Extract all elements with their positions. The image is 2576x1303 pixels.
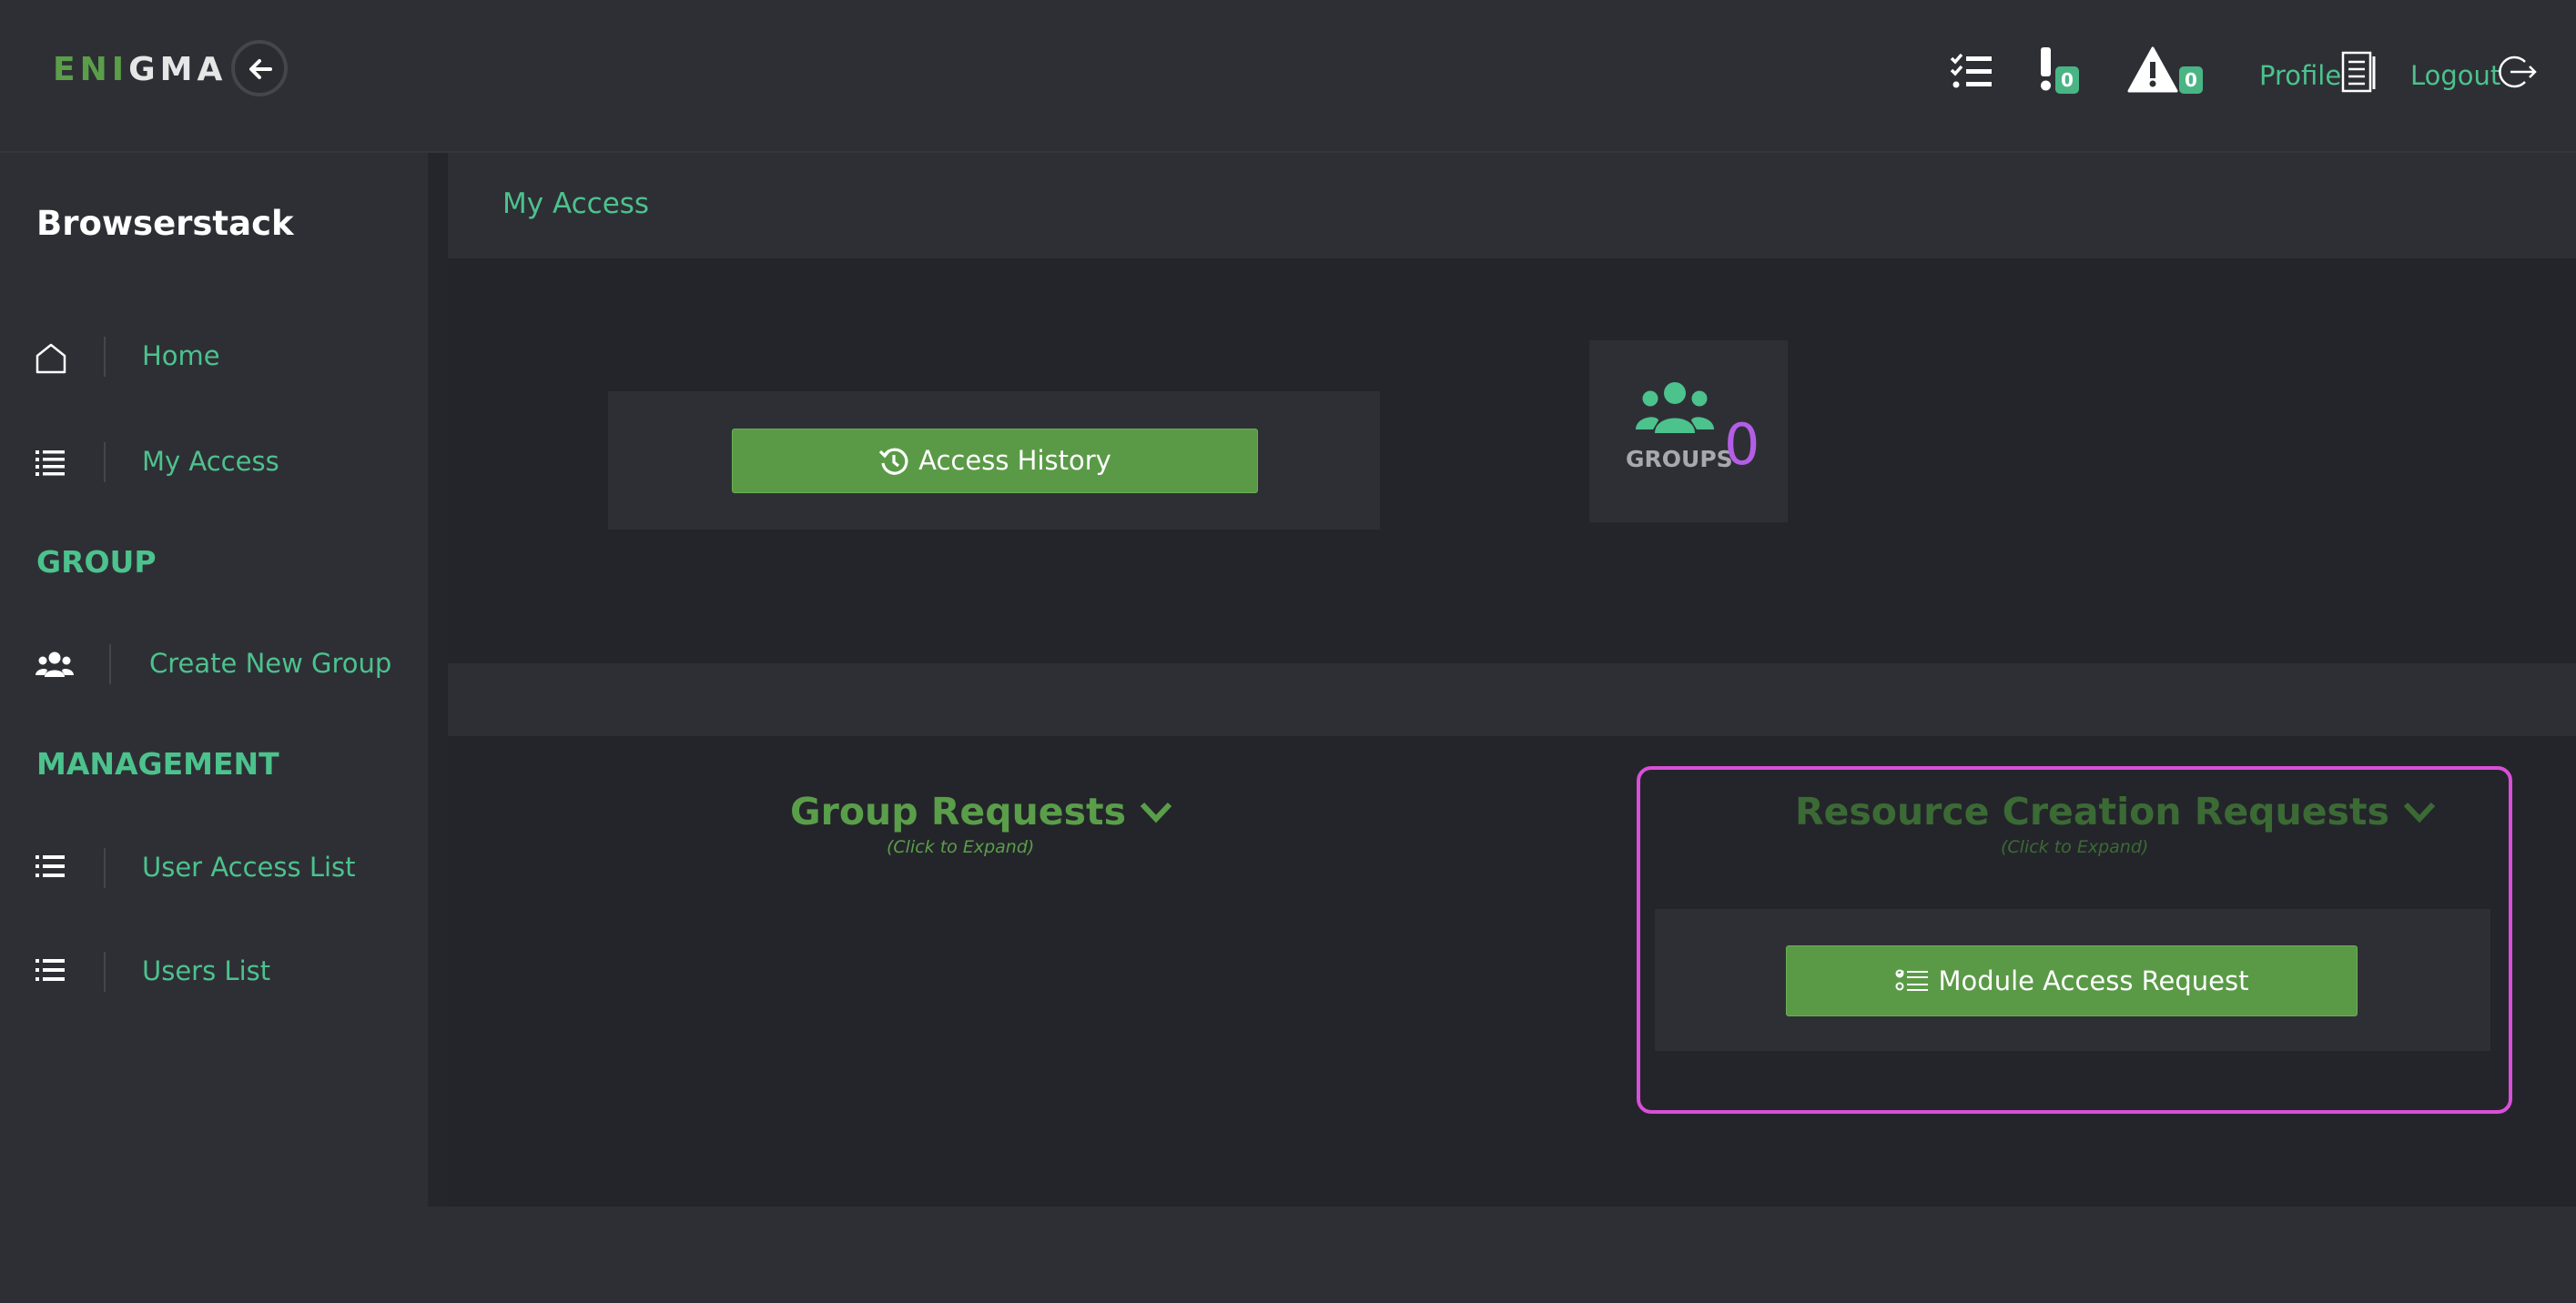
app-logo[interactable]: ENIGMA	[53, 51, 227, 88]
sidebar-item-label: My Access	[142, 446, 279, 477]
panel-separator	[448, 663, 2576, 736]
sidebar-divider	[428, 153, 448, 1207]
list-icon	[35, 448, 66, 480]
nav-separator	[104, 442, 106, 482]
sidebar-item-label: Create New Group	[149, 648, 392, 679]
exclamation-icon	[2041, 47, 2051, 91]
history-icon	[879, 448, 908, 475]
logout-icon[interactable]	[2498, 53, 2538, 95]
sidebar-item-home[interactable]: Home	[0, 331, 428, 386]
access-history-label: Access History	[918, 445, 1111, 476]
alerts-button[interactable]	[2037, 45, 2055, 96]
list-icon	[35, 854, 66, 883]
nav-separator	[104, 848, 106, 888]
organization-name: Browserstack	[36, 204, 294, 243]
groups-count: 0	[1724, 411, 1760, 478]
module-access-request-label: Module Access Request	[1938, 965, 2249, 996]
logout-link[interactable]: Logout	[2410, 60, 2500, 91]
nav-separator	[109, 644, 111, 684]
profile-icon[interactable]	[2341, 51, 2378, 96]
sidebar-item-create-new-group[interactable]: Create New Group	[0, 639, 428, 693]
sidebar-item-label: User Access List	[142, 852, 356, 883]
groups-label: GROUPS	[1626, 446, 1733, 472]
sidebar-item-label: Home	[142, 340, 220, 371]
sidebar-item-users-list[interactable]: Users List	[0, 946, 428, 1001]
back-button[interactable]	[231, 40, 288, 96]
groups-icon	[1635, 380, 1715, 440]
chevron-down-icon	[2404, 802, 2436, 823]
task-list-icon	[1950, 53, 1992, 88]
profile-link[interactable]: Profile	[2259, 60, 2341, 91]
warnings-button[interactable]	[2126, 45, 2179, 98]
module-access-request-button[interactable]: Module Access Request	[1786, 945, 2358, 1016]
resource-requests-hint: (Click to Expand)	[2001, 837, 2149, 857]
sidebar-item-user-access-list[interactable]: User Access List	[0, 843, 428, 897]
list-icon	[35, 957, 66, 986]
resource-requests-toggle[interactable]: Resource Creation Requests	[1795, 790, 2437, 833]
checklist-icon	[1895, 969, 1928, 991]
section-heading-management: MANAGEMENT	[36, 746, 279, 782]
top-bar: ENIGMA 0 0 Profile Logout	[0, 0, 2576, 153]
chevron-down-icon	[1141, 802, 1172, 823]
nav-separator	[104, 337, 106, 377]
task-list-button[interactable]	[1950, 53, 1993, 95]
warning-triangle-icon	[2127, 46, 2178, 93]
sidebar-item-label: Users List	[142, 955, 271, 986]
access-history-button[interactable]: Access History	[732, 429, 1258, 493]
arrow-left-icon	[249, 59, 272, 79]
section-heading-group: GROUP	[36, 544, 157, 580]
home-icon	[35, 342, 67, 379]
alerts-count-badge: 0	[2055, 66, 2079, 94]
main-header	[448, 153, 2576, 258]
users-icon	[35, 650, 75, 684]
group-requests-toggle[interactable]: Group Requests	[790, 790, 1173, 833]
warnings-count-badge: 0	[2179, 66, 2203, 94]
nav-separator	[104, 952, 106, 992]
sidebar-item-my-access[interactable]: My Access	[0, 437, 428, 491]
group-requests-hint: (Click to Expand)	[887, 837, 1035, 857]
page-title: My Access	[502, 187, 650, 220]
